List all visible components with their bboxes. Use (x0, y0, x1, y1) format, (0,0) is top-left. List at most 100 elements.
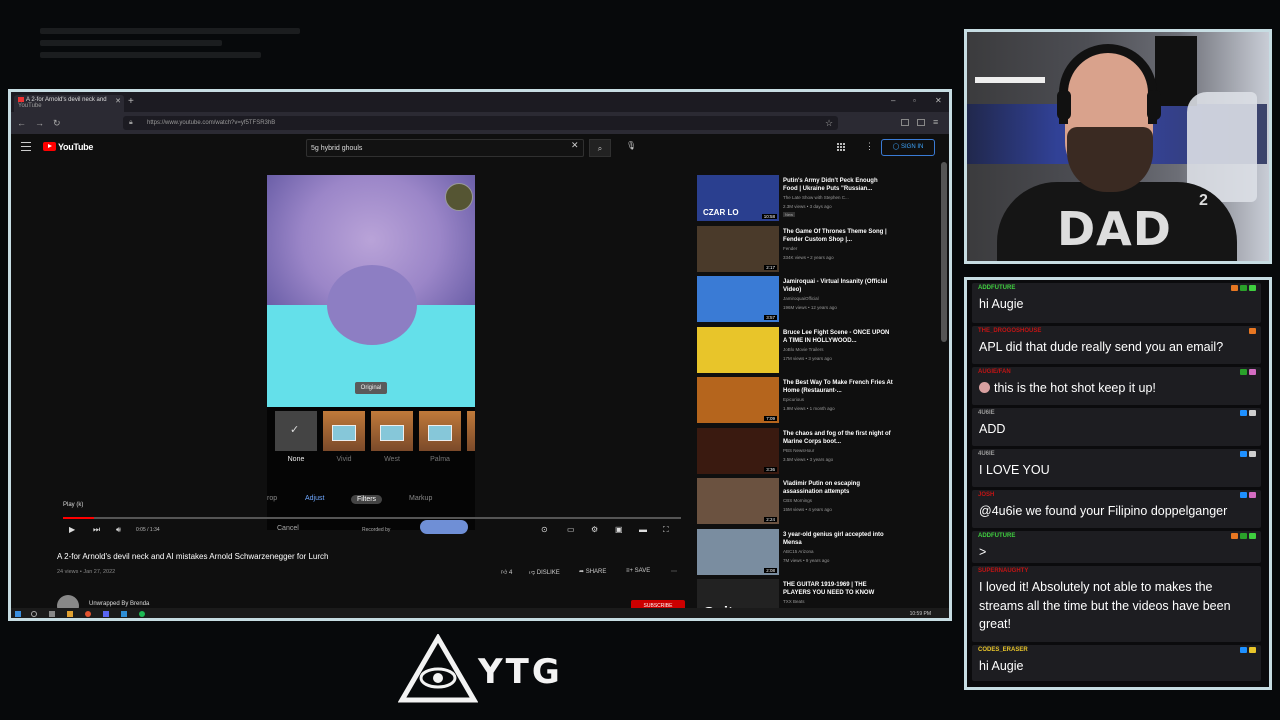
video-thumbnail[interactable]: 3:57 (697, 276, 779, 322)
reload-icon[interactable]: ↻ (53, 118, 61, 129)
explorer-icon[interactable] (67, 611, 73, 617)
bookmark-star-icon[interactable]: ☆ (825, 118, 833, 129)
progress-bar[interactable] (63, 517, 681, 519)
filter-vivid-thumb[interactable] (323, 411, 365, 451)
video-thumbnail[interactable]: 7:09 (697, 377, 779, 423)
autoplay-toggle-icon[interactable]: ⊙ (541, 525, 548, 534)
url-field[interactable]: 🔒︎ https://www.youtube.com/watch?v=yf5TF… (123, 116, 838, 130)
dislike-button[interactable]: 👎︎ DISLIKE (529, 568, 560, 576)
eye-triangle-icon (397, 633, 479, 703)
theater-mode-icon[interactable]: ▬ (639, 525, 647, 534)
chat-message: AUGIE/FAN this is the hot shot keep it up… (972, 367, 1261, 405)
fullscreen-icon[interactable]: ⛶ (663, 525, 669, 535)
related-video-item[interactable]: 7:09 The Best Way To Make French Fries At… (697, 377, 937, 425)
related-video-item[interactable]: Bruce Lee Fight Scene - ONCE UPON A TIME… (697, 326, 937, 375)
close-window-icon[interactable]: ✕ (935, 96, 942, 105)
youtube-brand[interactable]: YouTube (58, 142, 93, 152)
video-thumbnail[interactable]: 2:08 (697, 528, 779, 575)
taskbar-clock: 10:59 PM (909, 611, 931, 617)
tab-crop[interactable]: rop (267, 495, 277, 502)
chat-text-row: hi Augie (979, 295, 1255, 314)
discord-icon[interactable] (103, 611, 109, 617)
volume-icon[interactable]: 🔊︎ (116, 525, 121, 535)
minimize-icon[interactable]: – (891, 96, 895, 105)
cancel-button[interactable]: Cancel (277, 525, 299, 532)
downloads-icon[interactable] (917, 119, 925, 126)
back-icon[interactable]: ← (17, 118, 26, 128)
forward-icon[interactable]: → (35, 118, 44, 128)
related-video-item[interactable]: 2:08 3 year-old genius girl accepted into… (697, 528, 937, 577)
chat-text-row: this is the hot shot keep it up! (979, 379, 1255, 398)
duration-badge: 2:17 (764, 264, 777, 270)
scrollbar[interactable] (941, 162, 947, 342)
play-icon[interactable]: ▶ (69, 525, 75, 534)
menu-icon[interactable]: ≡ (933, 117, 938, 127)
microphone-icon[interactable]: 🎙︎ (626, 141, 636, 150)
tab-markup[interactable]: Markup (409, 495, 432, 502)
related-video-item[interactable]: 3:36 The chaos and fog of the first night… (697, 427, 937, 476)
tab-adjust[interactable]: Adjust (305, 495, 324, 502)
related-video-item[interactable]: CZAR LO 10:58 Putin's Army Didn't Peck Eno… (697, 175, 937, 223)
related-video-item[interactable]: 2:24 Vladimir Putin on escaping assassina… (697, 478, 937, 526)
new-tab-icon[interactable]: + (128, 96, 134, 107)
chat-text-row: @4u6ie we found your Filipino doppelgang… (979, 502, 1255, 521)
filter-none-thumb[interactable]: ✓ (275, 411, 317, 451)
duration-badge: 3:57 (764, 315, 777, 320)
user-badges (1240, 410, 1256, 416)
youtube-logo-icon[interactable] (43, 142, 56, 151)
related-video-channel: JamiroquaiOfficial (783, 296, 819, 301)
video-thumbnail[interactable] (697, 326, 779, 373)
pocket-icon[interactable] (901, 119, 909, 126)
search-button[interactable]: ⌕ (589, 139, 611, 157)
settings-gear-icon[interactable]: ⚙ (591, 525, 598, 534)
apps-grid-icon[interactable] (837, 143, 846, 152)
browser-tab[interactable]: A 2-for Arnold's devil neck and YouTube … (14, 95, 124, 112)
video-player[interactable]: Original ✓ None Vivid West Palma rop Adj… (267, 175, 475, 534)
more-options-icon[interactable]: ⋮ (865, 141, 874, 152)
related-video-title: Jamiroquai - Virtual Insanity (Official … (783, 279, 888, 293)
save-icon: ≡+ (626, 568, 635, 574)
sign-in-button[interactable]: ◯ SIGN IN (881, 139, 935, 156)
filter-west-thumb[interactable] (371, 411, 413, 451)
app-icon[interactable] (121, 611, 127, 617)
start-icon[interactable] (15, 611, 21, 617)
firefox-icon[interactable] (85, 611, 91, 617)
filter-label: Vivid (336, 456, 352, 463)
chat-emote-icon (979, 382, 990, 393)
related-video-item[interactable]: 3:57 Jamiroquai - Virtual Insanity (Offic… (697, 276, 937, 324)
headphone-earcup (1057, 90, 1071, 120)
save-button[interactable]: ≡+ SAVE (626, 568, 650, 574)
channel-name[interactable]: Unwrapped By Brenda (89, 601, 149, 607)
badge-icon (1240, 285, 1247, 291)
related-video-item[interactable]: 2:17 The Game Of Thrones Theme Song | Fen… (697, 225, 937, 274)
tab-filters[interactable]: Filters (351, 495, 383, 504)
task-view-icon[interactable] (49, 611, 55, 617)
miniplayer-icon[interactable]: ▣ (615, 525, 623, 534)
like-button[interactable]: 👍︎ 4 (501, 568, 512, 576)
video-thumbnail[interactable]: 3:36 (697, 427, 779, 474)
share-button[interactable]: ➦ SHARE (579, 568, 606, 575)
duration-badge: 2:24 (764, 517, 777, 522)
subtitles-icon[interactable]: ▭ (567, 525, 575, 534)
hamburger-menu-icon[interactable] (21, 142, 31, 154)
badge-icon (1249, 369, 1256, 375)
video-thumbnail[interactable]: 2:17 (697, 225, 779, 272)
badge-icon (1249, 492, 1256, 498)
user-badges (1249, 328, 1256, 334)
video-frame-image: Original (267, 175, 475, 407)
maximize-icon[interactable]: ▫ (913, 96, 916, 105)
next-icon[interactable]: ⏭ (93, 525, 100, 535)
search-input[interactable]: 5g hybrid ghouls (306, 139, 584, 157)
spotify-icon[interactable] (139, 611, 145, 617)
user-badges (1240, 492, 1256, 498)
search-icon[interactable] (31, 611, 37, 617)
more-actions-icon[interactable]: ⋯ (671, 568, 677, 575)
share-label: SHARE (585, 569, 607, 575)
shirt-text: DAD (1057, 202, 1172, 256)
video-thumbnail[interactable]: 2:24 (697, 478, 779, 524)
clear-search-icon[interactable]: ✕ (571, 140, 579, 151)
video-thumbnail[interactable]: CZAR LO 10:58 (697, 175, 779, 221)
close-tab-icon[interactable]: ✕ (115, 98, 121, 105)
filter-palma-thumb[interactable] (419, 411, 461, 451)
badge-icon (1240, 369, 1247, 375)
